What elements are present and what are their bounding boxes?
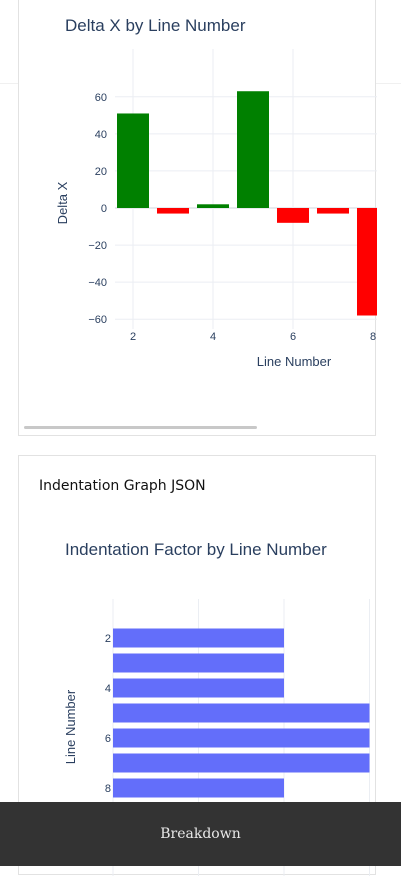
y-tick-label: 2 (105, 633, 111, 645)
delta-bar (357, 208, 377, 316)
x-tick-label: 4 (210, 331, 216, 343)
y-tick-label: −20 (88, 240, 107, 252)
x-tick-label: 6 (290, 331, 296, 343)
indent-bar (113, 628, 284, 648)
x-tick-label: 2 (130, 331, 136, 343)
indent-bar (113, 778, 284, 798)
indent-chart-title: Indentation Factor by Line Number (65, 540, 327, 559)
indent-bar (113, 728, 370, 748)
delta-bar (157, 208, 189, 214)
indent-bar (113, 703, 370, 723)
indent-bar (113, 753, 370, 773)
y-tick-label: 20 (95, 166, 107, 178)
x-tick-label: 8 (370, 331, 376, 343)
breakdown-button[interactable]: Breakdown (160, 826, 241, 842)
delta-bar (117, 113, 149, 208)
y-tick-label: 0 (101, 203, 107, 215)
y-tick-label: −60 (88, 314, 107, 326)
y-tick-label: 60 (95, 92, 107, 104)
y-tick-label: 6 (105, 733, 111, 745)
delta-y-axis-title: Delta X (55, 181, 70, 224)
y-tick-label: 8 (105, 783, 111, 795)
indent-bar (113, 653, 284, 673)
bottom-nav-bar: Breakdown (0, 802, 401, 866)
horizontal-scrollbar[interactable] (24, 426, 257, 429)
delta-bar (197, 204, 229, 208)
delta-x-axis-title: Line Number (257, 354, 332, 369)
y-tick-label: −40 (88, 277, 107, 289)
delta-bar (317, 208, 349, 214)
delta-x-chart-card: Delta X by Line Number 60 40 20 0 −20 −40 −60 … (18, 0, 377, 436)
delta-chart-title: Delta X by Line Number (65, 16, 246, 35)
y-tick-label: 4 (105, 683, 111, 695)
y-tick-label: 40 (95, 129, 107, 141)
delta-bar (237, 91, 269, 208)
indent-bar (113, 678, 284, 698)
delta-x-chart: Delta X by Line Number 6040200−20−40−60 … (55, 16, 377, 369)
indent-y-axis-title: Line Number (63, 689, 78, 764)
delta-bar (277, 208, 309, 223)
